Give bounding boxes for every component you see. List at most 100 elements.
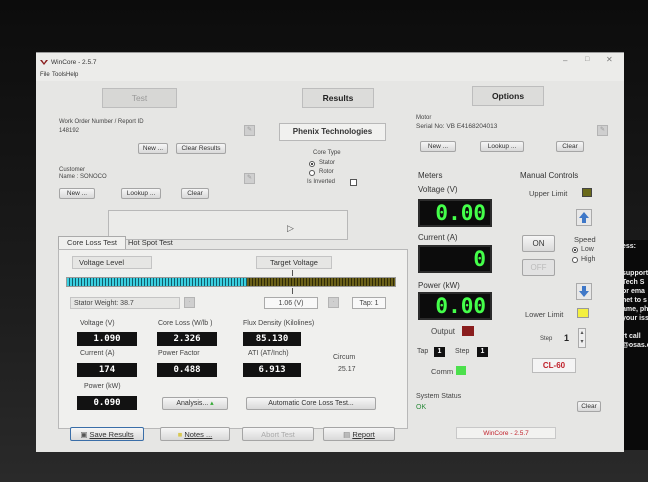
motor-label: Motor xyxy=(416,115,432,121)
rotor-radio[interactable] xyxy=(309,170,315,176)
background-text-line: @osas.c xyxy=(622,342,648,349)
edit-icon[interactable]: ✎ xyxy=(244,125,255,136)
meter-voltage-label: Voltage (V) xyxy=(418,185,458,194)
arrow-up-icon xyxy=(579,212,589,223)
arrow-down-icon xyxy=(579,286,589,297)
background-text-line: your iss xyxy=(622,315,648,322)
decrease-button[interactable] xyxy=(576,283,592,300)
chart-icon: ▴ xyxy=(210,400,214,407)
minimize-icon[interactable]: – xyxy=(563,56,567,65)
company-name: Phenix Technologies xyxy=(279,123,386,141)
analysis-button[interactable]: Analysis... ▴ xyxy=(162,397,228,410)
menu-tools[interactable]: Tools xyxy=(52,72,66,78)
target-tick-bottom xyxy=(292,288,293,294)
report-button[interactable]: ▤ Report xyxy=(323,427,395,441)
meters-title: Meters xyxy=(418,171,443,180)
tap-field: Tap: 1 xyxy=(352,297,386,309)
flux-density-readout: 85.130 xyxy=(243,332,301,346)
tab-options[interactable]: Options xyxy=(472,86,544,106)
stator-weight: Stator Weight: 38.7 xyxy=(70,297,180,309)
background-text-line: support xyxy=(622,270,648,277)
title-bar: WinCore - 2.5.7 – □ ✕ xyxy=(36,53,624,71)
inverted-checkbox[interactable] xyxy=(350,179,357,186)
step-size-value: 1 xyxy=(564,333,570,343)
report-icon: ▤ xyxy=(343,430,351,439)
status-clear-button[interactable]: Clear xyxy=(577,401,601,412)
info-panel xyxy=(108,210,348,240)
customer-lookup-button[interactable]: Lookup ... xyxy=(121,188,161,199)
step-indicator: 1 xyxy=(477,347,488,357)
voltage-label: Voltage (V) xyxy=(80,320,115,327)
close-icon[interactable]: ✕ xyxy=(606,55,613,64)
core-type-label: Core Type xyxy=(313,150,341,156)
save-icon: ▣ xyxy=(80,430,88,439)
core-loss-label: Core Loss (W/lb ) xyxy=(158,320,213,327)
circum-value: 25.17 xyxy=(338,366,356,373)
save-results-label: Save Results xyxy=(89,430,134,439)
settings-icon[interactable]: · xyxy=(328,297,339,308)
circum-label: Circum xyxy=(333,354,356,361)
voltage-level-fill xyxy=(67,278,248,286)
increase-button[interactable] xyxy=(576,209,592,226)
speed-low-label: Low xyxy=(581,246,594,253)
step-size-spinner[interactable]: ▴ ▾ xyxy=(578,328,586,348)
voltage-meter-display: 0.00 xyxy=(418,199,492,227)
automatic-core-loss-test-button[interactable]: Automatic Core Loss Test... xyxy=(246,397,376,410)
customer-name: Name : SONOCO xyxy=(59,174,107,180)
system-status-label: System Status xyxy=(416,393,462,400)
notes-icon: ■ xyxy=(177,430,183,439)
target-tick-top xyxy=(292,270,293,276)
model-label: CL-60 xyxy=(532,358,576,373)
current-label: Current (A) xyxy=(80,350,115,357)
background-text-line: ess: xyxy=(622,243,637,250)
system-status-value: OK xyxy=(416,404,427,411)
background-text-line xyxy=(622,251,648,260)
save-results-button[interactable]: ▣ Save Results xyxy=(70,427,144,441)
tap-label: Tap xyxy=(417,348,429,355)
abort-test-button[interactable]: Abort Test xyxy=(242,427,314,441)
off-button[interactable]: OFF xyxy=(522,259,555,276)
analysis-label: Analysis... xyxy=(176,400,209,407)
edit-icon[interactable]: ✎ xyxy=(597,125,608,136)
tab-hot-spot-test[interactable]: Hot Spot Test xyxy=(128,237,188,249)
ati-label: ATI (AT/Inch) xyxy=(248,350,289,357)
lower-limit-label: Lower Limit xyxy=(525,310,564,319)
menu-help[interactable]: Help xyxy=(66,72,78,78)
on-button[interactable]: ON xyxy=(522,235,555,252)
background-text-line: Tech S xyxy=(622,279,645,286)
meter-power-label: Power (kW) xyxy=(418,281,460,290)
customer-new-button[interactable]: New ... xyxy=(59,188,95,199)
inverted-label: Is Inverted xyxy=(307,179,336,185)
tab-results[interactable]: Results xyxy=(302,88,374,108)
menu-bar: File Tools Help xyxy=(36,71,624,81)
stator-label: Stator xyxy=(319,160,336,166)
background-text-line: net to s xyxy=(622,297,647,304)
target-voltage-label: Target Voltage xyxy=(256,256,332,269)
motor-new-button[interactable]: New ... xyxy=(420,141,456,152)
menu-file[interactable]: File xyxy=(40,72,50,78)
speed-low-radio[interactable] xyxy=(572,247,578,253)
tab-core-loss-test[interactable]: Core Loss Test xyxy=(58,236,126,249)
stator-radio[interactable] xyxy=(309,161,315,167)
motor-lookup-button[interactable]: Lookup ... xyxy=(480,141,524,152)
step-size-label: Step xyxy=(540,336,553,342)
maximize-icon[interactable]: □ xyxy=(585,56,589,63)
settings-icon[interactable]: · xyxy=(184,297,195,308)
power-factor-label: Power Factor xyxy=(158,350,200,357)
tab-test[interactable]: Test xyxy=(102,88,177,108)
work-order-new-button[interactable]: New ... xyxy=(138,143,168,154)
motor-clear-button[interactable]: Clear xyxy=(556,141,584,152)
output-indicator xyxy=(462,326,474,336)
clear-results-button[interactable]: Clear Results xyxy=(176,143,226,154)
voltage-level-bar xyxy=(66,277,396,287)
speed-high-radio[interactable] xyxy=(572,257,578,263)
notes-button[interactable]: ■ Notes ... xyxy=(160,427,230,441)
background-text-line: rt call xyxy=(622,333,641,340)
edit-icon[interactable]: ✎ xyxy=(244,173,255,184)
wincore-window: WinCore - 2.5.7 – □ ✕ File Tools Help Te… xyxy=(36,52,624,452)
upper-limit-indicator xyxy=(582,188,592,197)
customer-clear-button[interactable]: Clear xyxy=(181,188,209,199)
power-factor-readout: 0.488 xyxy=(157,363,217,377)
target-voltage-input[interactable]: 1.06 (V) xyxy=(264,297,318,309)
lower-limit-indicator xyxy=(577,308,589,318)
